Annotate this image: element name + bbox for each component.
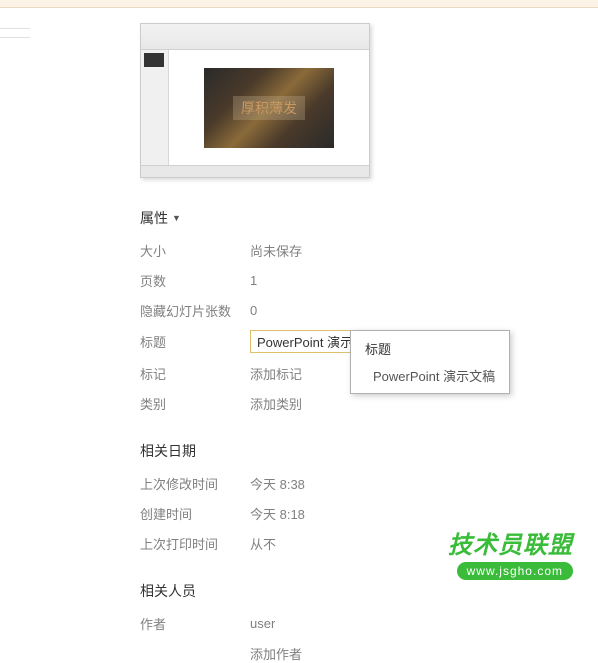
- watermark-text: 技术员联盟: [448, 525, 573, 560]
- prop-modified: 上次修改时间 今天 8:38: [140, 473, 598, 493]
- prop-category-label: 类别: [140, 394, 250, 413]
- prop-hidden-slides-label: 隐藏幻灯片张数: [140, 301, 250, 320]
- prop-author-label: 作者: [140, 614, 250, 633]
- document-thumbnail[interactable]: 厚积薄发: [140, 23, 370, 178]
- prop-size: 大小 尚未保存: [140, 240, 598, 260]
- people-header: 相关人员: [140, 581, 598, 601]
- prop-created-label: 创建时间: [140, 504, 250, 523]
- prop-category: 类别 添加类别: [140, 393, 598, 413]
- prop-author: 作者 user: [140, 613, 598, 633]
- tooltip-value: PowerPoint 演示文稿: [365, 366, 495, 385]
- prop-add-author-placeholder[interactable]: 添加作者: [250, 644, 302, 663]
- dates-header: 相关日期: [140, 441, 598, 461]
- tooltip-title: 标题: [365, 339, 495, 358]
- prop-created-value: 今天 8:18: [250, 504, 305, 523]
- prop-pages: 页数 1: [140, 270, 598, 290]
- prop-category-placeholder[interactable]: 添加类别: [250, 394, 302, 413]
- prop-tags-label: 标记: [140, 364, 250, 383]
- dates-header-label: 相关日期: [140, 441, 196, 461]
- thumb-slide-area: 厚积薄发: [169, 50, 369, 165]
- thumb-slide-image: 厚积薄发: [204, 68, 334, 148]
- prop-created: 创建时间 今天 8:18: [140, 503, 598, 523]
- prop-size-label: 大小: [140, 241, 250, 260]
- title-tooltip: 标题 PowerPoint 演示文稿: [350, 330, 510, 394]
- prop-modified-value: 今天 8:38: [250, 474, 305, 493]
- prop-printed-label: 上次打印时间: [140, 534, 250, 553]
- people-header-label: 相关人员: [140, 581, 196, 601]
- prop-modified-label: 上次修改时间: [140, 474, 250, 493]
- prop-hidden-slides: 隐藏幻灯片张数 0: [140, 300, 598, 320]
- prop-tags-placeholder[interactable]: 添加标记: [250, 364, 302, 383]
- sidebar-stub: [0, 20, 30, 50]
- chevron-down-icon: ▼: [172, 213, 181, 223]
- thumb-body: 厚积薄发: [141, 50, 369, 165]
- watermark: 技术员联盟 www.jsgho.com: [448, 525, 573, 580]
- prop-title-label: 标题: [140, 332, 250, 351]
- watermark-url: www.jsgho.com: [457, 562, 573, 580]
- thumb-slide-panel: [141, 50, 169, 165]
- prop-pages-value: 1: [250, 273, 257, 288]
- prop-add-author: 添加作者: [140, 643, 598, 663]
- thumb-mini-slide: [144, 53, 164, 67]
- properties-header[interactable]: 属性 ▼: [140, 208, 598, 228]
- top-ribbon-edge: [0, 0, 598, 8]
- prop-pages-label: 页数: [140, 271, 250, 290]
- prop-printed-value: 从不: [250, 534, 276, 553]
- thumb-ribbon: [141, 24, 369, 50]
- prop-hidden-slides-value: 0: [250, 303, 257, 318]
- properties-header-label: 属性: [140, 208, 168, 228]
- thumb-statusbar: [141, 165, 369, 177]
- prop-size-value: 尚未保存: [250, 241, 302, 260]
- prop-author-value[interactable]: user: [250, 616, 275, 631]
- thumb-slide-text: 厚积薄发: [233, 96, 305, 120]
